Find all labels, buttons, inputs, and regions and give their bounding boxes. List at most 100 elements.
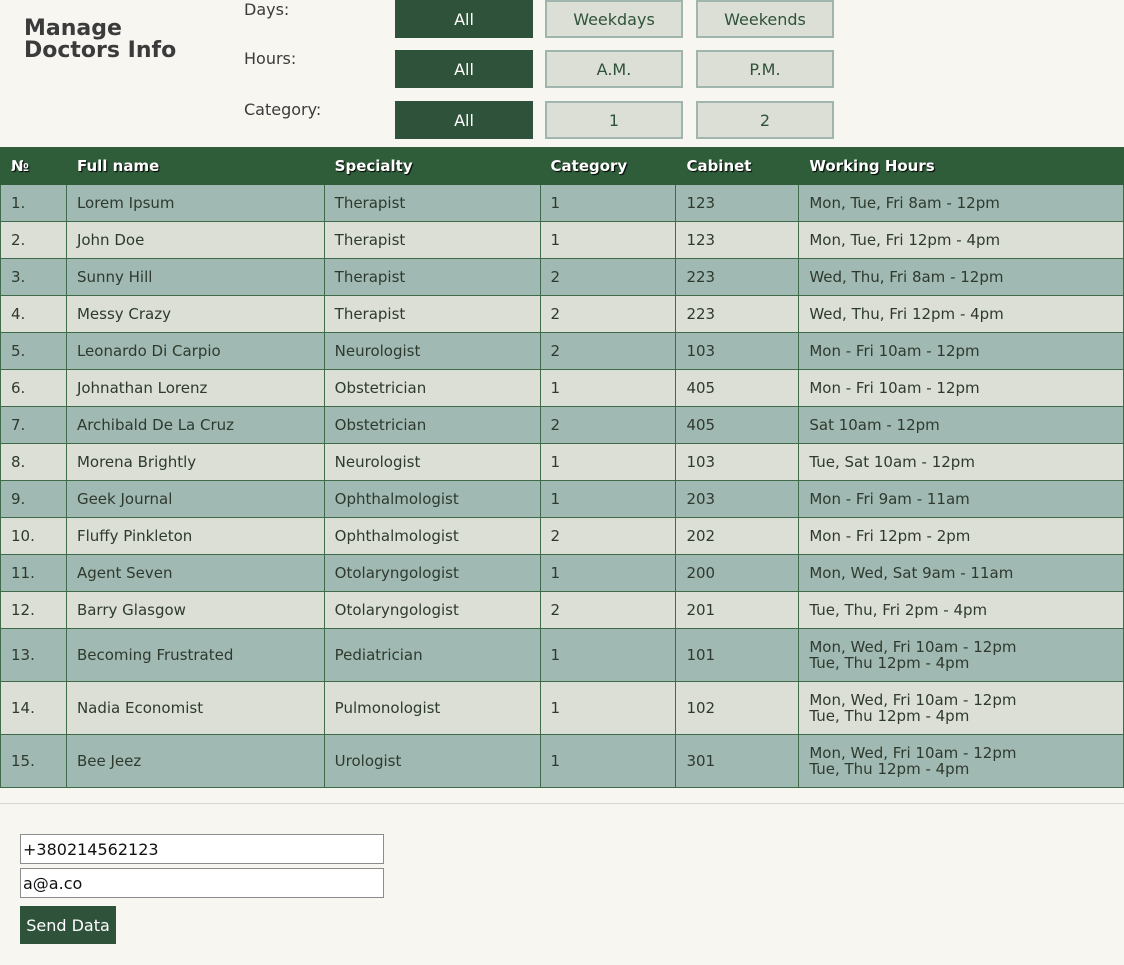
send-data-button[interactable]: Send Data <box>20 906 116 944</box>
working-hours-line: Mon, Wed, Sat 9am - 11am <box>809 564 1014 582</box>
column-header-working-hours: Working Hours <box>798 147 1124 185</box>
cell-full-name: Leonardo Di Carpio <box>65 332 325 370</box>
phone-field[interactable] <box>20 834 384 864</box>
cell-number: 2. <box>0 221 67 259</box>
cell-cabinet: 223 <box>675 295 800 333</box>
cell-specialty: Therapist <box>323 258 541 296</box>
cell-working-hours: Mon, Wed, Fri 10am - 12pm Tue, Thu 12pm -… <box>798 628 1124 682</box>
days-filter-weekdays-button[interactable]: Weekdays <box>545 0 683 38</box>
cell-cabinet: 223 <box>675 258 800 296</box>
working-hours-line: Mon, Wed, Fri 10am - 12pm <box>809 691 1017 709</box>
working-hours-line: Tue, Thu 12pm - 4pm <box>809 654 970 672</box>
table-row: 10. Fluffy Pinkleton Ophthalmologist 2 202 Mo… <box>0 517 1124 555</box>
cell-number: 13. <box>0 628 67 682</box>
table-row: 15. Bee Jeez Urologist 1 301 Mon, Wed, Fri 10… <box>0 734 1124 788</box>
cell-full-name: Barry Glasgow <box>65 591 325 629</box>
cell-cabinet: 405 <box>675 369 800 407</box>
category-filter-all-button[interactable]: All <box>395 101 533 139</box>
working-hours-line: Wed, Thu, Fri 8am - 12pm <box>809 268 1004 286</box>
table-row: 5. Leonardo Di Carpio Neurologist 2 103 Mon -… <box>0 332 1124 370</box>
table-body: 1. Lorem Ipsum Therapist 1 123 Mon, Tue, Fri … <box>0 184 1124 788</box>
days-filter-label: Days: <box>244 0 290 19</box>
cell-full-name: John Doe <box>65 221 325 259</box>
cell-full-name: Lorem Ipsum <box>65 184 325 222</box>
category-filter-1-button[interactable]: 1 <box>545 101 683 139</box>
cell-number: 9. <box>0 480 67 518</box>
cell-specialty: Obstetrician <box>323 406 541 444</box>
cell-full-name: Archibald De La Cruz <box>65 406 325 444</box>
cell-category: 2 <box>539 332 677 370</box>
category-filter-2-button[interactable]: 2 <box>696 101 834 139</box>
cell-specialty: Otolaryngologist <box>323 554 541 592</box>
table-row: 2. John Doe Therapist 1 123 Mon, Tue, Fri 12p… <box>0 221 1124 259</box>
doctors-table: № Full name Specialty Category Cabinet W… <box>0 147 1124 788</box>
column-header-number: № <box>0 147 67 185</box>
cell-category: 1 <box>539 480 677 518</box>
days-filter-all-button[interactable]: All <box>395 0 533 38</box>
cell-number: 15. <box>0 734 67 788</box>
table-row: 14. Nadia Economist Pulmonologist 1 102 Mon, … <box>0 681 1124 735</box>
cell-number: 6. <box>0 369 67 407</box>
column-header-full-name: Full name <box>65 147 325 185</box>
cell-cabinet: 201 <box>675 591 800 629</box>
cell-number: 12. <box>0 591 67 629</box>
cell-cabinet: 301 <box>675 734 800 788</box>
cell-working-hours: Sat 10am - 12pm <box>798 406 1124 444</box>
cell-category: 1 <box>539 734 677 788</box>
cell-category: 2 <box>539 517 677 555</box>
cell-number: 4. <box>0 295 67 333</box>
cell-full-name: Bee Jeez <box>65 734 325 788</box>
working-hours-line: Sat 10am - 12pm <box>809 416 940 434</box>
hours-filter-pm-button[interactable]: P.M. <box>696 50 834 88</box>
days-filter-weekends-button[interactable]: Weekends <box>696 0 834 38</box>
cell-cabinet: 101 <box>675 628 800 682</box>
cell-number: 3. <box>0 258 67 296</box>
cell-number: 11. <box>0 554 67 592</box>
cell-category: 2 <box>539 258 677 296</box>
hours-filter-am-button[interactable]: A.M. <box>545 50 683 88</box>
cell-full-name: Morena Brightly <box>65 443 325 481</box>
table-row: 8. Morena Brightly Neurologist 1 103 Tue, Sat… <box>0 443 1124 481</box>
cell-number: 1. <box>0 184 67 222</box>
working-hours-line: Mon, Tue, Fri 8am - 12pm <box>809 194 1000 212</box>
cell-full-name: Messy Crazy <box>65 295 325 333</box>
cell-full-name: Sunny Hill <box>65 258 325 296</box>
table-row: 4. Messy Crazy Therapist 2 223 Wed, Thu, Fri … <box>0 295 1124 333</box>
email-field[interactable] <box>20 868 384 898</box>
table-row: 7. Archibald De La Cruz Obstetrician 2 405 Sa… <box>0 406 1124 444</box>
working-hours-line: Mon, Wed, Fri 10am - 12pm <box>809 638 1017 656</box>
working-hours-line: Mon - Fri 9am - 11am <box>809 490 970 508</box>
cell-category: 1 <box>539 628 677 682</box>
cell-specialty: Otolaryngologist <box>323 591 541 629</box>
cell-cabinet: 102 <box>675 681 800 735</box>
cell-category: 1 <box>539 184 677 222</box>
cell-category: 1 <box>539 554 677 592</box>
working-hours-line: Tue, Thu 12pm - 4pm <box>809 707 970 725</box>
cell-full-name: Geek Journal <box>65 480 325 518</box>
cell-specialty: Pediatrician <box>323 628 541 682</box>
cell-specialty: Therapist <box>323 184 541 222</box>
cell-specialty: Ophthalmologist <box>323 480 541 518</box>
page-title: Manage Doctors Info <box>24 16 177 63</box>
table-row: 1. Lorem Ipsum Therapist 1 123 Mon, Tue, Fri … <box>0 184 1124 222</box>
column-header-category: Category <box>539 147 677 185</box>
table-row: 13. Becoming Frustrated Pediatrician 1 101 Mo… <box>0 628 1124 682</box>
column-header-specialty: Specialty <box>323 147 541 185</box>
working-hours-line: Mon, Tue, Fri 12pm - 4pm <box>809 231 1001 249</box>
cell-working-hours: Mon - Fri 10am - 12pm <box>798 332 1124 370</box>
cell-working-hours: Wed, Thu, Fri 12pm - 4pm <box>798 295 1124 333</box>
cell-cabinet: 203 <box>675 480 800 518</box>
cell-number: 7. <box>0 406 67 444</box>
cell-working-hours: Tue, Thu, Fri 2pm - 4pm <box>798 591 1124 629</box>
cell-category: 2 <box>539 591 677 629</box>
cell-cabinet: 202 <box>675 517 800 555</box>
cell-specialty: Pulmonologist <box>323 681 541 735</box>
divider <box>0 803 1124 804</box>
table-row: 11. Agent Seven Otolaryngologist 1 200 Mon, W… <box>0 554 1124 592</box>
cell-working-hours: Mon - Fri 10am - 12pm <box>798 369 1124 407</box>
hours-filter-all-button[interactable]: All <box>395 50 533 88</box>
cell-category: 1 <box>539 369 677 407</box>
table-row: 12. Barry Glasgow Otolaryngologist 2 201 Tue,… <box>0 591 1124 629</box>
cell-full-name: Becoming Frustrated <box>65 628 325 682</box>
cell-category: 2 <box>539 406 677 444</box>
